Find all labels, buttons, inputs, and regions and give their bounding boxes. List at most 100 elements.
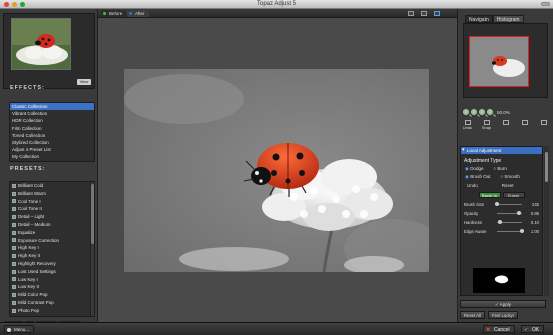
- compare-tool[interactable]: [515, 120, 534, 130]
- after-dot-icon: [129, 12, 132, 15]
- preset-item[interactable]: Low Key I: [10, 276, 94, 284]
- preset-item[interactable]: Lost Used Settings: [10, 268, 94, 276]
- preset-item[interactable]: Detail – Light: [10, 213, 94, 221]
- adjustment-options-row-2: Brush Out Smooth: [461, 172, 542, 180]
- dodge-radio[interactable]: Dodge: [465, 166, 483, 172]
- effect-item[interactable]: Stylized Collection: [10, 139, 94, 146]
- navigator-image[interactable]: [469, 36, 529, 87]
- zoom-fit-icon[interactable]: [479, 109, 485, 115]
- single-view-icon[interactable]: [408, 11, 414, 16]
- preset-item[interactable]: Mild Contrast Pop: [10, 299, 94, 307]
- preset-label: Low Key II: [18, 284, 40, 290]
- param-slider[interactable]: [497, 220, 522, 224]
- preset-thumbnail-icon: [12, 207, 16, 212]
- zoom-in-icon[interactable]: [463, 109, 469, 115]
- presets-scrollbar[interactable]: [90, 182, 94, 316]
- preset-item[interactable]: Cool Tone II: [10, 205, 94, 213]
- brush-out-radio[interactable]: Brush Out: [465, 174, 490, 180]
- preset-item[interactable]: Shadow Recovery: [10, 315, 94, 317]
- effect-item[interactable]: Vibrant Collection: [10, 110, 94, 117]
- brush-in-button[interactable]: Brush In: [478, 192, 501, 198]
- navigator-viewport-frame[interactable]: [469, 36, 529, 87]
- preset-label: Low Key I: [18, 276, 38, 282]
- param-slider-handle[interactable]: [497, 220, 502, 224]
- local-adjustment-header[interactable]: Local Adjustment: [461, 147, 542, 154]
- navigator-panel: [463, 23, 548, 98]
- param-label: Opacity: [464, 211, 479, 216]
- preset-item[interactable]: Equalize: [10, 229, 94, 237]
- tab-navigator[interactable]: Navigatn: [465, 15, 493, 23]
- thumbnail-panel: View: [3, 13, 95, 89]
- cancel-button[interactable]: Cancel: [483, 325, 515, 334]
- feel-lucky-button[interactable]: Feel Lucky!: [487, 311, 518, 319]
- menu-button[interactable]: Menu...: [4, 325, 35, 333]
- zoom-controls: 50.0%: [463, 109, 510, 115]
- thumbnail-image: [11, 18, 71, 70]
- param-slider-handle[interactable]: [516, 211, 521, 215]
- tab-before-label: Before: [109, 11, 123, 16]
- eraser-button[interactable]: Eraser: [502, 192, 525, 198]
- window-title: Topaz Adjust 5: [256, 1, 297, 7]
- zoom-out-icon[interactable]: [471, 109, 477, 115]
- adjustment-undo-button[interactable]: Undo: [467, 183, 478, 188]
- preset-thumbnail-icon: [12, 308, 16, 313]
- tab-after-label: After: [135, 11, 145, 16]
- preset-thumbnail-icon: [12, 254, 16, 259]
- view-button[interactable]: View: [77, 79, 91, 85]
- toolbar-toggle-button[interactable]: [541, 2, 550, 6]
- param-slider[interactable]: [497, 229, 524, 233]
- preset-item[interactable]: High Key I: [10, 244, 94, 252]
- preset-item[interactable]: Brilliant Cold: [10, 182, 94, 190]
- tab-histogram[interactable]: Histogram: [492, 15, 524, 23]
- preset-item[interactable]: Mild Color Pop: [10, 291, 94, 299]
- param-slider[interactable]: [497, 211, 522, 215]
- burn-radio[interactable]: Burn: [493, 166, 507, 172]
- undo-tool[interactable]: Undo: [458, 120, 477, 130]
- apply-button[interactable]: Apply: [460, 300, 546, 308]
- effect-item[interactable]: Classic Collection: [10, 103, 94, 111]
- effect-item[interactable]: My Collection: [10, 153, 94, 160]
- preset-label: Cool Tone I: [18, 198, 41, 204]
- preset-item[interactable]: Highlight Recovery: [10, 260, 94, 268]
- effect-item[interactable]: Film Collection: [10, 125, 94, 132]
- adjustment-type-label: Adjustment Type: [464, 158, 502, 164]
- tab-before[interactable]: Before: [101, 10, 127, 17]
- param-slider-handle[interactable]: [495, 202, 499, 206]
- param-row: Hardness 0.10: [461, 218, 542, 227]
- hand-tool[interactable]: Snap: [477, 120, 496, 130]
- zoom-level: 50.0%: [497, 109, 510, 115]
- presets-list: Brilliant Cold Brilliant Warm Cool Tone I C…: [9, 181, 95, 317]
- param-slider-handle[interactable]: [520, 229, 524, 233]
- param-slider[interactable]: [495, 202, 522, 206]
- tab-after[interactable]: After: [127, 10, 149, 17]
- preset-item[interactable]: Low Key II: [10, 283, 94, 291]
- fullscreen-tool[interactable]: [534, 120, 553, 130]
- preset-label: Brilliant Warm: [18, 190, 46, 196]
- zoom-100-icon[interactable]: [487, 109, 493, 115]
- preset-thumbnail-icon: [12, 269, 16, 274]
- ok-button[interactable]: OK: [521, 325, 545, 334]
- effect-item[interactable]: Adjust 4 Preset List: [10, 146, 94, 153]
- preset-item[interactable]: High Key II: [10, 252, 94, 260]
- preset-label: High Key I: [18, 245, 39, 251]
- snap-tool[interactable]: [496, 120, 515, 130]
- hand-tool-label: Snap: [481, 125, 492, 130]
- preset-item[interactable]: Exposure Correction: [10, 237, 94, 245]
- reset-all-button[interactable]: Reset All: [460, 311, 485, 319]
- preset-item[interactable]: Detail – Medium: [10, 221, 94, 229]
- preset-item[interactable]: Cool Tone I: [10, 198, 94, 206]
- side-by-side-view-icon[interactable]: [434, 11, 440, 16]
- local-adjustment-panel: Local Adjustment Adjustment Type Dodge B…: [460, 146, 543, 296]
- adjustment-reset-button[interactable]: Reset: [502, 183, 514, 188]
- smooth-radio[interactable]: Smooth: [500, 174, 520, 180]
- effect-item[interactable]: Toned Collection: [10, 132, 94, 139]
- title-bar: Topaz Adjust 5: [0, 0, 553, 9]
- adjustment-scrollbar[interactable]: [544, 146, 549, 296]
- preview-image[interactable]: [124, 69, 429, 272]
- split-view-icon[interactable]: [421, 11, 427, 16]
- effect-item[interactable]: HDR Collection: [10, 117, 94, 124]
- param-label: Hardness: [464, 220, 482, 225]
- preset-item[interactable]: Photo Pop: [10, 307, 94, 315]
- preset-item[interactable]: Brilliant Warm: [10, 190, 94, 198]
- preset-label: Shadow Recovery: [18, 315, 55, 317]
